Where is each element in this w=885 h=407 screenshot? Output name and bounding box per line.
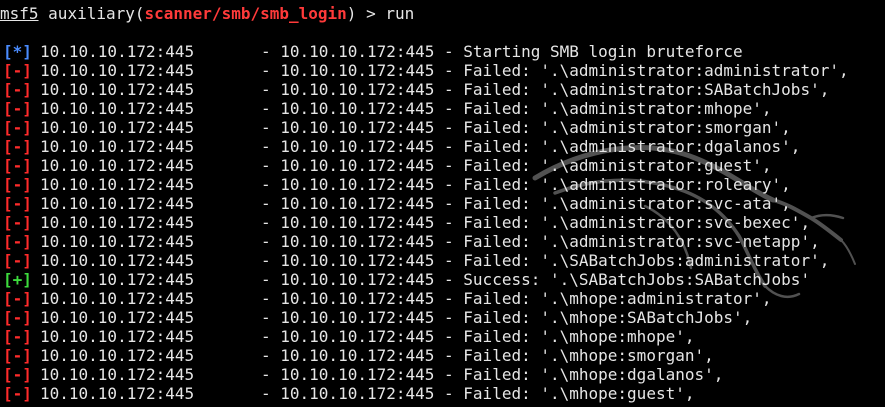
host-address: 10.10.10.172:445 xyxy=(40,175,195,194)
status-tag: [-] xyxy=(3,289,32,308)
host-address: 10.10.10.172:445 xyxy=(40,137,195,156)
log-message: - 10.10.10.172:445 - Failed: '.\mhope:sm… xyxy=(261,346,714,365)
output-line: [-] 10.10.10.172:445 - 10.10.10.172:445 - … xyxy=(3,232,885,251)
output-line: [-] 10.10.10.172:445 - 10.10.10.172:445 - … xyxy=(3,346,885,365)
log-message: - 10.10.10.172:445 - Success: '.\SABatch… xyxy=(261,270,811,289)
status-tag: [-] xyxy=(3,327,32,346)
msf-prompt: msf5 xyxy=(0,4,39,23)
output-line: [-] 10.10.10.172:445 - 10.10.10.172:445 - … xyxy=(3,213,885,232)
host-address: 10.10.10.172:445 xyxy=(40,346,195,365)
log-message: - 10.10.10.172:445 - Failed: '.\administ… xyxy=(261,213,811,232)
output-line: [-] 10.10.10.172:445 - 10.10.10.172:445 - … xyxy=(3,175,885,194)
output-line: [-] 10.10.10.172:445 - 10.10.10.172:445 - … xyxy=(3,137,885,156)
output-line: [-] 10.10.10.172:445 - 10.10.10.172:445 - … xyxy=(3,308,885,327)
log-message: - 10.10.10.172:445 - Failed: '.\administ… xyxy=(261,232,820,251)
host-address: 10.10.10.172:445 xyxy=(40,327,195,346)
output-line: [-] 10.10.10.172:445 - 10.10.10.172:445 - … xyxy=(3,289,885,308)
status-tag: [-] xyxy=(3,232,32,251)
output-line: [-] 10.10.10.172:445 - 10.10.10.172:445 - … xyxy=(3,118,885,137)
log-message: - 10.10.10.172:445 - Failed: '.\administ… xyxy=(261,175,791,194)
status-tag: [-] xyxy=(3,365,32,384)
host-address: 10.10.10.172:445 xyxy=(40,99,195,118)
log-message: - 10.10.10.172:445 - Failed: '.\administ… xyxy=(261,194,791,213)
output-line: [-] 10.10.10.172:445 - 10.10.10.172:445 - … xyxy=(3,99,885,118)
status-tag: [-] xyxy=(3,384,32,403)
status-tag: [+] xyxy=(3,270,32,289)
output-line: [-] 10.10.10.172:445 - 10.10.10.172:445 - … xyxy=(3,156,885,175)
output-line: [-] 10.10.10.172:445 - 10.10.10.172:445 - … xyxy=(3,384,885,403)
status-tag: [-] xyxy=(3,346,32,365)
host-address: 10.10.10.172:445 xyxy=(40,80,195,99)
status-tag: [-] xyxy=(3,80,32,99)
log-message: - 10.10.10.172:445 - Failed: '.\mhope:gu… xyxy=(261,384,695,403)
output-line: [-] 10.10.10.172:445 - 10.10.10.172:445 - … xyxy=(3,327,885,346)
status-tag: [-] xyxy=(3,99,32,118)
log-message: - 10.10.10.172:445 - Failed: '.\administ… xyxy=(261,61,849,80)
log-message: - 10.10.10.172:445 - Failed: '.\administ… xyxy=(261,99,772,118)
status-tag: [-] xyxy=(3,175,32,194)
log-message: - 10.10.10.172:445 - Failed: '.\mhope:mh… xyxy=(261,327,695,346)
status-tag: [*] xyxy=(3,42,32,61)
host-address: 10.10.10.172:445 xyxy=(40,232,195,251)
host-address: 10.10.10.172:445 xyxy=(40,308,195,327)
log-message: - 10.10.10.172:445 - Failed: '.\mhope:ad… xyxy=(261,289,772,308)
log-message: - 10.10.10.172:445 - Failed: '.\administ… xyxy=(261,118,791,137)
status-tag: [-] xyxy=(3,308,32,327)
host-address: 10.10.10.172:445 xyxy=(40,365,195,384)
host-address: 10.10.10.172:445 xyxy=(40,384,195,403)
log-message: - 10.10.10.172:445 - Failed: '.\mhope:dg… xyxy=(261,365,724,384)
output-line: [-] 10.10.10.172:445 - 10.10.10.172:445 - … xyxy=(3,365,885,384)
terminal-window[interactable]: msf5 auxiliary(scanner/smb/smb_login) > … xyxy=(0,0,885,407)
status-tag: [-] xyxy=(3,213,32,232)
log-message: - 10.10.10.172:445 - Failed: '.\mhope:SA… xyxy=(261,308,753,327)
output-line: [-] 10.10.10.172:445 - 10.10.10.172:445 - … xyxy=(3,194,885,213)
host-address: 10.10.10.172:445 xyxy=(40,42,195,61)
host-address: 10.10.10.172:445 xyxy=(40,118,195,137)
host-address: 10.10.10.172:445 xyxy=(40,194,195,213)
host-address: 10.10.10.172:445 xyxy=(40,289,195,308)
status-tag: [-] xyxy=(3,118,32,137)
host-address: 10.10.10.172:445 xyxy=(40,251,195,270)
log-message: - 10.10.10.172:445 - Starting SMB login … xyxy=(261,42,743,61)
output-lines: [*] 10.10.10.172:445 - 10.10.10.172:445 - … xyxy=(3,42,885,403)
host-address: 10.10.10.172:445 xyxy=(40,61,195,80)
status-tag: [-] xyxy=(3,61,32,80)
status-tag: [-] xyxy=(3,156,32,175)
output-line: [-] 10.10.10.172:445 - 10.10.10.172:445 - … xyxy=(3,61,885,80)
output-line: [-] 10.10.10.172:445 - 10.10.10.172:445 - … xyxy=(3,251,885,270)
log-message: - 10.10.10.172:445 - Failed: '.\administ… xyxy=(261,80,830,99)
host-address: 10.10.10.172:445 xyxy=(40,270,195,289)
status-tag: [-] xyxy=(3,137,32,156)
status-tag: [-] xyxy=(3,251,32,270)
module-name: scanner/smb/smb_login xyxy=(144,4,347,23)
output-line: [+] 10.10.10.172:445 - 10.10.10.172:445 - … xyxy=(3,270,885,289)
log-message: - 10.10.10.172:445 - Failed: '.\administ… xyxy=(261,156,772,175)
status-tag: [-] xyxy=(3,194,32,213)
host-address: 10.10.10.172:445 xyxy=(40,213,195,232)
prompt-prefix: auxiliary( xyxy=(48,4,145,23)
output-line: [*] 10.10.10.172:445 - 10.10.10.172:445 - … xyxy=(3,42,885,61)
command-prompt: msf5 auxiliary(scanner/smb/smb_login) > … xyxy=(0,3,414,25)
prompt-suffix: ) > run xyxy=(346,4,415,23)
output-line: [-] 10.10.10.172:445 - 10.10.10.172:445 - … xyxy=(3,80,885,99)
log-message: - 10.10.10.172:445 - Failed: '.\administ… xyxy=(261,137,801,156)
log-message: - 10.10.10.172:445 - Failed: '.\SABatchJ… xyxy=(261,251,830,270)
host-address: 10.10.10.172:445 xyxy=(40,156,195,175)
